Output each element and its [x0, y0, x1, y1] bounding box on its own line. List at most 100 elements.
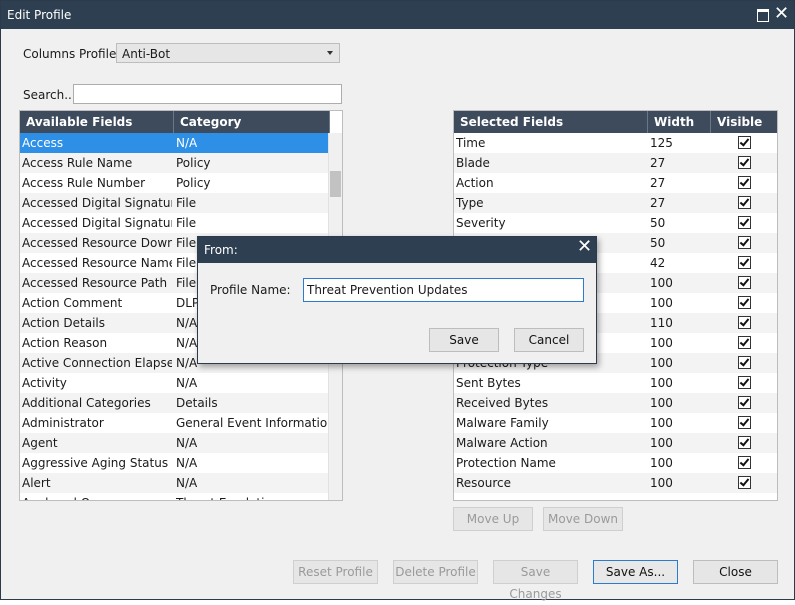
- field-name: Administrator: [22, 416, 104, 430]
- field-width[interactable]: 100: [650, 273, 708, 293]
- selected-field-row[interactable]: Action 27: [454, 173, 777, 193]
- dialog-titlebar: From: ✕: [198, 236, 596, 263]
- available-field-row[interactable]: Access Rule Name Policy: [20, 153, 328, 173]
- close-button[interactable]: Close: [693, 560, 778, 584]
- columns-profile-select[interactable]: Anti-Bot: [116, 43, 340, 63]
- visible-checkbox[interactable]: [738, 256, 751, 269]
- field-width[interactable]: 100: [650, 293, 708, 313]
- selected-field-row[interactable]: Time 125: [454, 133, 777, 153]
- save-as-button[interactable]: Save As...: [593, 560, 678, 584]
- visible-checkbox[interactable]: [738, 336, 751, 349]
- field-name: Access: [22, 136, 64, 150]
- available-field-row[interactable]: Administrator General Event Information: [20, 413, 328, 433]
- width-header[interactable]: Width: [648, 111, 711, 133]
- field-name: Accessed Digital Signature C: [22, 216, 172, 230]
- dialog-save-button[interactable]: Save: [429, 328, 499, 352]
- profile-name-input[interactable]: Threat Prevention Updates: [303, 278, 584, 302]
- dialog-close-icon[interactable]: ✕: [577, 236, 592, 257]
- field-name: Activity: [22, 376, 67, 390]
- move-down-button[interactable]: Move Down: [543, 507, 623, 531]
- field-category: File: [176, 216, 197, 230]
- field-width[interactable]: 27: [650, 193, 708, 213]
- available-field-row[interactable]: Access N/A: [20, 133, 328, 153]
- available-field-row[interactable]: Additional Categories Details: [20, 393, 328, 413]
- field-width[interactable]: 50: [650, 213, 708, 233]
- visible-checkbox[interactable]: [738, 376, 751, 389]
- visible-checkbox[interactable]: [738, 316, 751, 329]
- field-width[interactable]: 100: [650, 473, 708, 493]
- save-changes-button[interactable]: Save Changes: [493, 560, 578, 601]
- field-name: Action Reason: [22, 336, 108, 350]
- delete-profile-button[interactable]: Delete Profile: [393, 560, 478, 584]
- visible-checkbox[interactable]: [738, 396, 751, 409]
- field-width[interactable]: 27: [650, 173, 708, 193]
- visible-checkbox[interactable]: [738, 236, 751, 249]
- visible-header[interactable]: Visible: [711, 111, 777, 133]
- selected-field-name: Severity: [456, 216, 506, 230]
- field-name: Access Rule Name: [22, 156, 133, 170]
- search-input[interactable]: [73, 84, 342, 104]
- field-category: Threat Emulation: [176, 493, 328, 500]
- available-field-row[interactable]: Activity N/A: [20, 373, 328, 393]
- field-name: Accessed Resource Path: [22, 276, 168, 290]
- selected-field-row[interactable]: Received Bytes 100: [454, 393, 777, 413]
- visible-checkbox[interactable]: [738, 176, 751, 189]
- field-width[interactable]: 100: [650, 413, 708, 433]
- visible-checkbox[interactable]: [738, 156, 751, 169]
- selected-field-name: Received Bytes: [456, 396, 549, 410]
- field-width[interactable]: 27: [650, 153, 708, 173]
- visible-checkbox[interactable]: [738, 416, 751, 429]
- window-close-button[interactable]: ✕: [773, 3, 791, 24]
- selected-field-name: Resource: [456, 476, 512, 490]
- selected-field-row[interactable]: Sent Bytes 100: [454, 373, 777, 393]
- columns-profile-label: Columns Profile:: [23, 47, 121, 61]
- field-width[interactable]: 100: [650, 353, 708, 373]
- available-field-row[interactable]: Analyzed On Threat Emulation: [20, 493, 328, 500]
- field-width[interactable]: 100: [650, 373, 708, 393]
- available-field-row[interactable]: Access Rule Number Policy: [20, 173, 328, 193]
- visible-checkbox[interactable]: [738, 356, 751, 369]
- field-width[interactable]: 50: [650, 233, 708, 253]
- move-up-button[interactable]: Move Up: [453, 507, 533, 531]
- field-width[interactable]: 100: [650, 393, 708, 413]
- selected-field-row[interactable]: Type 27: [454, 193, 777, 213]
- field-width[interactable]: 125: [650, 133, 708, 153]
- visible-checkbox[interactable]: [738, 456, 751, 469]
- visible-checkbox[interactable]: [738, 476, 751, 489]
- visible-checkbox[interactable]: [738, 276, 751, 289]
- window-title: Edit Profile: [7, 8, 72, 22]
- scrollbar-thumb[interactable]: [330, 171, 341, 197]
- available-field-row[interactable]: Accessed Digital Signature A File: [20, 193, 328, 213]
- visible-checkbox[interactable]: [738, 196, 751, 209]
- visible-checkbox[interactable]: [738, 296, 751, 309]
- visible-checkbox[interactable]: [738, 216, 751, 229]
- category-header[interactable]: Category: [174, 111, 330, 133]
- visible-checkbox[interactable]: [738, 436, 751, 449]
- selected-field-name: Type: [456, 196, 484, 210]
- field-width[interactable]: 42: [650, 253, 708, 273]
- available-fields-header[interactable]: Available Fields: [20, 111, 174, 133]
- field-width[interactable]: 100: [650, 433, 708, 453]
- field-width[interactable]: 100: [650, 333, 708, 353]
- selected-field-row[interactable]: Severity 50: [454, 213, 777, 233]
- available-field-row[interactable]: Agent N/A: [20, 433, 328, 453]
- field-category: N/A: [176, 136, 198, 150]
- selected-field-row[interactable]: Malware Action 100: [454, 433, 777, 453]
- available-field-row[interactable]: Accessed Digital Signature C File: [20, 213, 328, 233]
- selected-field-row[interactable]: Malware Family 100: [454, 413, 777, 433]
- selected-fields-header[interactable]: Selected Fields: [454, 111, 648, 133]
- selected-field-row[interactable]: Resource 100: [454, 473, 777, 493]
- available-field-row[interactable]: Aggressive Aging Status N/A: [20, 453, 328, 473]
- field-width[interactable]: 100: [650, 453, 708, 473]
- dialog-cancel-button[interactable]: Cancel: [514, 328, 584, 352]
- maximize-button[interactable]: [754, 6, 772, 24]
- visible-checkbox[interactable]: [738, 136, 751, 149]
- columns-profile-value: Anti-Bot: [122, 47, 171, 61]
- reset-profile-button[interactable]: Reset Profile: [293, 560, 378, 584]
- field-width[interactable]: 110: [650, 313, 708, 333]
- selected-field-name: Protection Name: [456, 456, 556, 470]
- field-name: Action Details: [22, 316, 105, 330]
- available-field-row[interactable]: Alert N/A: [20, 473, 328, 493]
- selected-field-row[interactable]: Blade 27: [454, 153, 777, 173]
- selected-field-row[interactable]: Protection Name 100: [454, 453, 777, 473]
